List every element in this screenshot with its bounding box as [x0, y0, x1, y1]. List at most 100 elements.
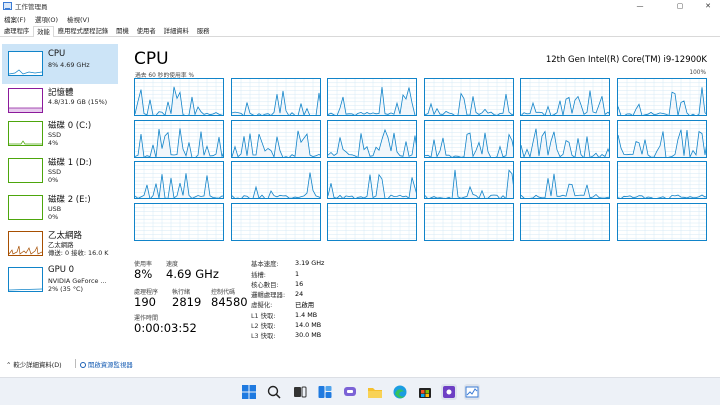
utilization-value: 8% — [134, 267, 153, 281]
logical-processor-graph — [327, 119, 417, 158]
task-manager-window: 工作管理員 — ▢ ✕ 檔案(F) 選項(O) 檢視(V) 處理程序 效能 應用… — [0, 0, 720, 376]
close-button[interactable]: ✕ — [696, 0, 720, 12]
sidebar-item-detail: 2% (35 °C) — [48, 285, 83, 293]
spec-label: 核心數目: — [251, 281, 279, 289]
chat-icon[interactable] — [342, 384, 358, 400]
spec-label: L3 快取: — [251, 332, 276, 340]
spec-label: 邏輯處理器: — [251, 291, 286, 299]
logical-processor-graph — [616, 119, 707, 158]
open-resource-monitor-link[interactable]: 開啟資源監視器 — [80, 360, 133, 369]
fewer-details-link[interactable]: ⌃ 較少詳細資料(D) — [6, 360, 62, 369]
tab-users[interactable]: 使用者 — [133, 25, 160, 36]
task-view-icon[interactable] — [292, 384, 308, 400]
logical-processor-graph — [616, 78, 707, 116]
cpu-model-name: 12th Gen Intel(R) Core(TM) i9-12900K — [545, 55, 707, 65]
spec-value: 24 — [295, 290, 304, 298]
sidebar-item-ethernet[interactable]: 乙太網路 乙太網路 傳送: 0 接收: 16.0 K — [2, 224, 118, 264]
spec-value: 30.0 MB — [295, 331, 322, 339]
disk-1-thumbnail-graph — [8, 158, 43, 183]
sidebar-item-cpu[interactable]: CPU 8% 4.69 GHz — [2, 44, 118, 84]
handles-value: 84580 — [211, 295, 248, 309]
logical-processor-graph — [230, 202, 321, 241]
sidebar-item-detail: 4.8/31.9 GB (15%) — [48, 98, 108, 106]
gpu-thumbnail-graph — [8, 267, 43, 292]
app-icon[interactable] — [441, 384, 457, 400]
sidebar-item-detail: NVIDIA GeForce ... — [48, 277, 107, 285]
sidebar-item-gpu[interactable]: GPU 0 NVIDIA GeForce ... 2% (35 °C) — [2, 260, 118, 300]
spec-value: 16 — [295, 280, 304, 288]
sidebar-item-label: CPU — [48, 49, 66, 59]
logical-processor-graph — [616, 161, 707, 199]
resource-sidebar: CPU 8% 4.69 GHz 記憶體 4.8/31.9 GB (15%) 磁碟… — [0, 44, 120, 346]
uptime-value: 0:00:03:52 — [134, 321, 197, 335]
task-manager-app-icon — [3, 2, 12, 10]
store-icon[interactable] — [417, 384, 433, 400]
menu-options[interactable]: 選項(O) — [31, 14, 63, 24]
disk-2-thumbnail-graph — [8, 195, 43, 220]
sidebar-item-detail: 0% — [48, 213, 59, 221]
logical-processor-graph — [520, 202, 610, 241]
sidebar-item-disk-0[interactable]: 磁碟 0 (C:) SSD 4% — [2, 114, 118, 154]
sidebar-item-label: 磁碟 0 (C:) — [48, 121, 92, 131]
memory-thumbnail-graph — [8, 88, 43, 113]
ethernet-thumbnail-graph — [8, 231, 43, 256]
disk-0-thumbnail-graph — [8, 121, 43, 146]
sidebar-item-detail: USB — [48, 205, 62, 213]
sidebar-item-label: 磁碟 1 (D:) — [48, 158, 92, 168]
logical-processor-graph — [134, 202, 224, 241]
edge-icon[interactable] — [392, 384, 408, 400]
tab-app-history[interactable]: 應用程式歷程記錄 — [54, 25, 112, 36]
threads-value: 2819 — [172, 295, 202, 309]
sidebar-item-detail: SSD — [48, 131, 62, 139]
logical-processor-graph — [230, 161, 321, 199]
tab-details[interactable]: 詳細資料 — [160, 25, 193, 36]
widgets-icon[interactable] — [317, 384, 333, 400]
resource-monitor-label: 開啟資源監視器 — [88, 360, 133, 369]
maximize-button[interactable]: ▢ — [668, 0, 692, 12]
logical-processor-graph — [230, 78, 321, 116]
menu-file[interactable]: 檔案(F) — [0, 14, 31, 24]
spec-value: 14.0 MB — [295, 321, 322, 329]
tab-services[interactable]: 服務 — [193, 25, 214, 36]
resource-monitor-icon — [80, 361, 86, 368]
start-icon[interactable] — [241, 384, 257, 400]
window-title: 工作管理員 — [15, 3, 48, 11]
sidebar-item-detail: 8% 4.69 GHz — [48, 61, 90, 69]
logical-processor-graph — [520, 78, 610, 116]
spec-label: L2 快取: — [251, 322, 276, 330]
search-icon[interactable] — [266, 384, 282, 400]
logical-processor-graph — [423, 119, 514, 158]
task-manager-icon[interactable] — [464, 384, 480, 400]
minimize-button[interactable]: — — [628, 0, 652, 12]
logical-processor-graph — [520, 161, 610, 199]
spec-value: 1.4 MB — [295, 311, 318, 319]
processes-value: 190 — [134, 295, 156, 309]
spec-label: 基本速度: — [251, 260, 279, 268]
footer-divider — [75, 359, 76, 368]
sidebar-item-detail: 4% — [48, 139, 59, 147]
file-explorer-icon[interactable] — [367, 384, 383, 400]
logical-processor-graph — [423, 161, 514, 199]
tab-processes[interactable]: 處理程序 — [0, 25, 33, 36]
speed-value: 4.69 GHz — [166, 267, 219, 281]
logical-processor-graph — [327, 78, 417, 116]
sidebar-item-detail: SSD — [48, 168, 62, 176]
sidebar-item-label: 磁碟 2 (E:) — [48, 195, 91, 205]
logical-processor-graph — [327, 161, 417, 199]
logical-processor-graph — [134, 161, 224, 199]
taskbar — [0, 377, 720, 405]
spec-label: 插槽: — [251, 271, 266, 279]
spec-value: 已啟用 — [295, 301, 315, 309]
spec-value: 1 — [295, 270, 300, 278]
spec-label: 虛擬化: — [251, 301, 273, 309]
logical-processor-graph — [423, 78, 514, 116]
sidebar-item-disk-2[interactable]: 磁碟 2 (E:) USB 0% — [2, 188, 118, 228]
sidebar-item-label: GPU 0 — [48, 265, 75, 275]
tab-performance[interactable]: 效能 — [33, 26, 54, 37]
fewer-details-label: 較少詳細資料(D) — [13, 360, 62, 369]
sidebar-item-disk-1[interactable]: 磁碟 1 (D:) SSD 0% — [2, 151, 118, 191]
tab-startup[interactable]: 開機 — [112, 25, 133, 36]
logical-processor-graph — [327, 202, 417, 241]
menu-view[interactable]: 檢視(V) — [63, 14, 95, 24]
sidebar-item-detail: 0% — [48, 176, 59, 184]
